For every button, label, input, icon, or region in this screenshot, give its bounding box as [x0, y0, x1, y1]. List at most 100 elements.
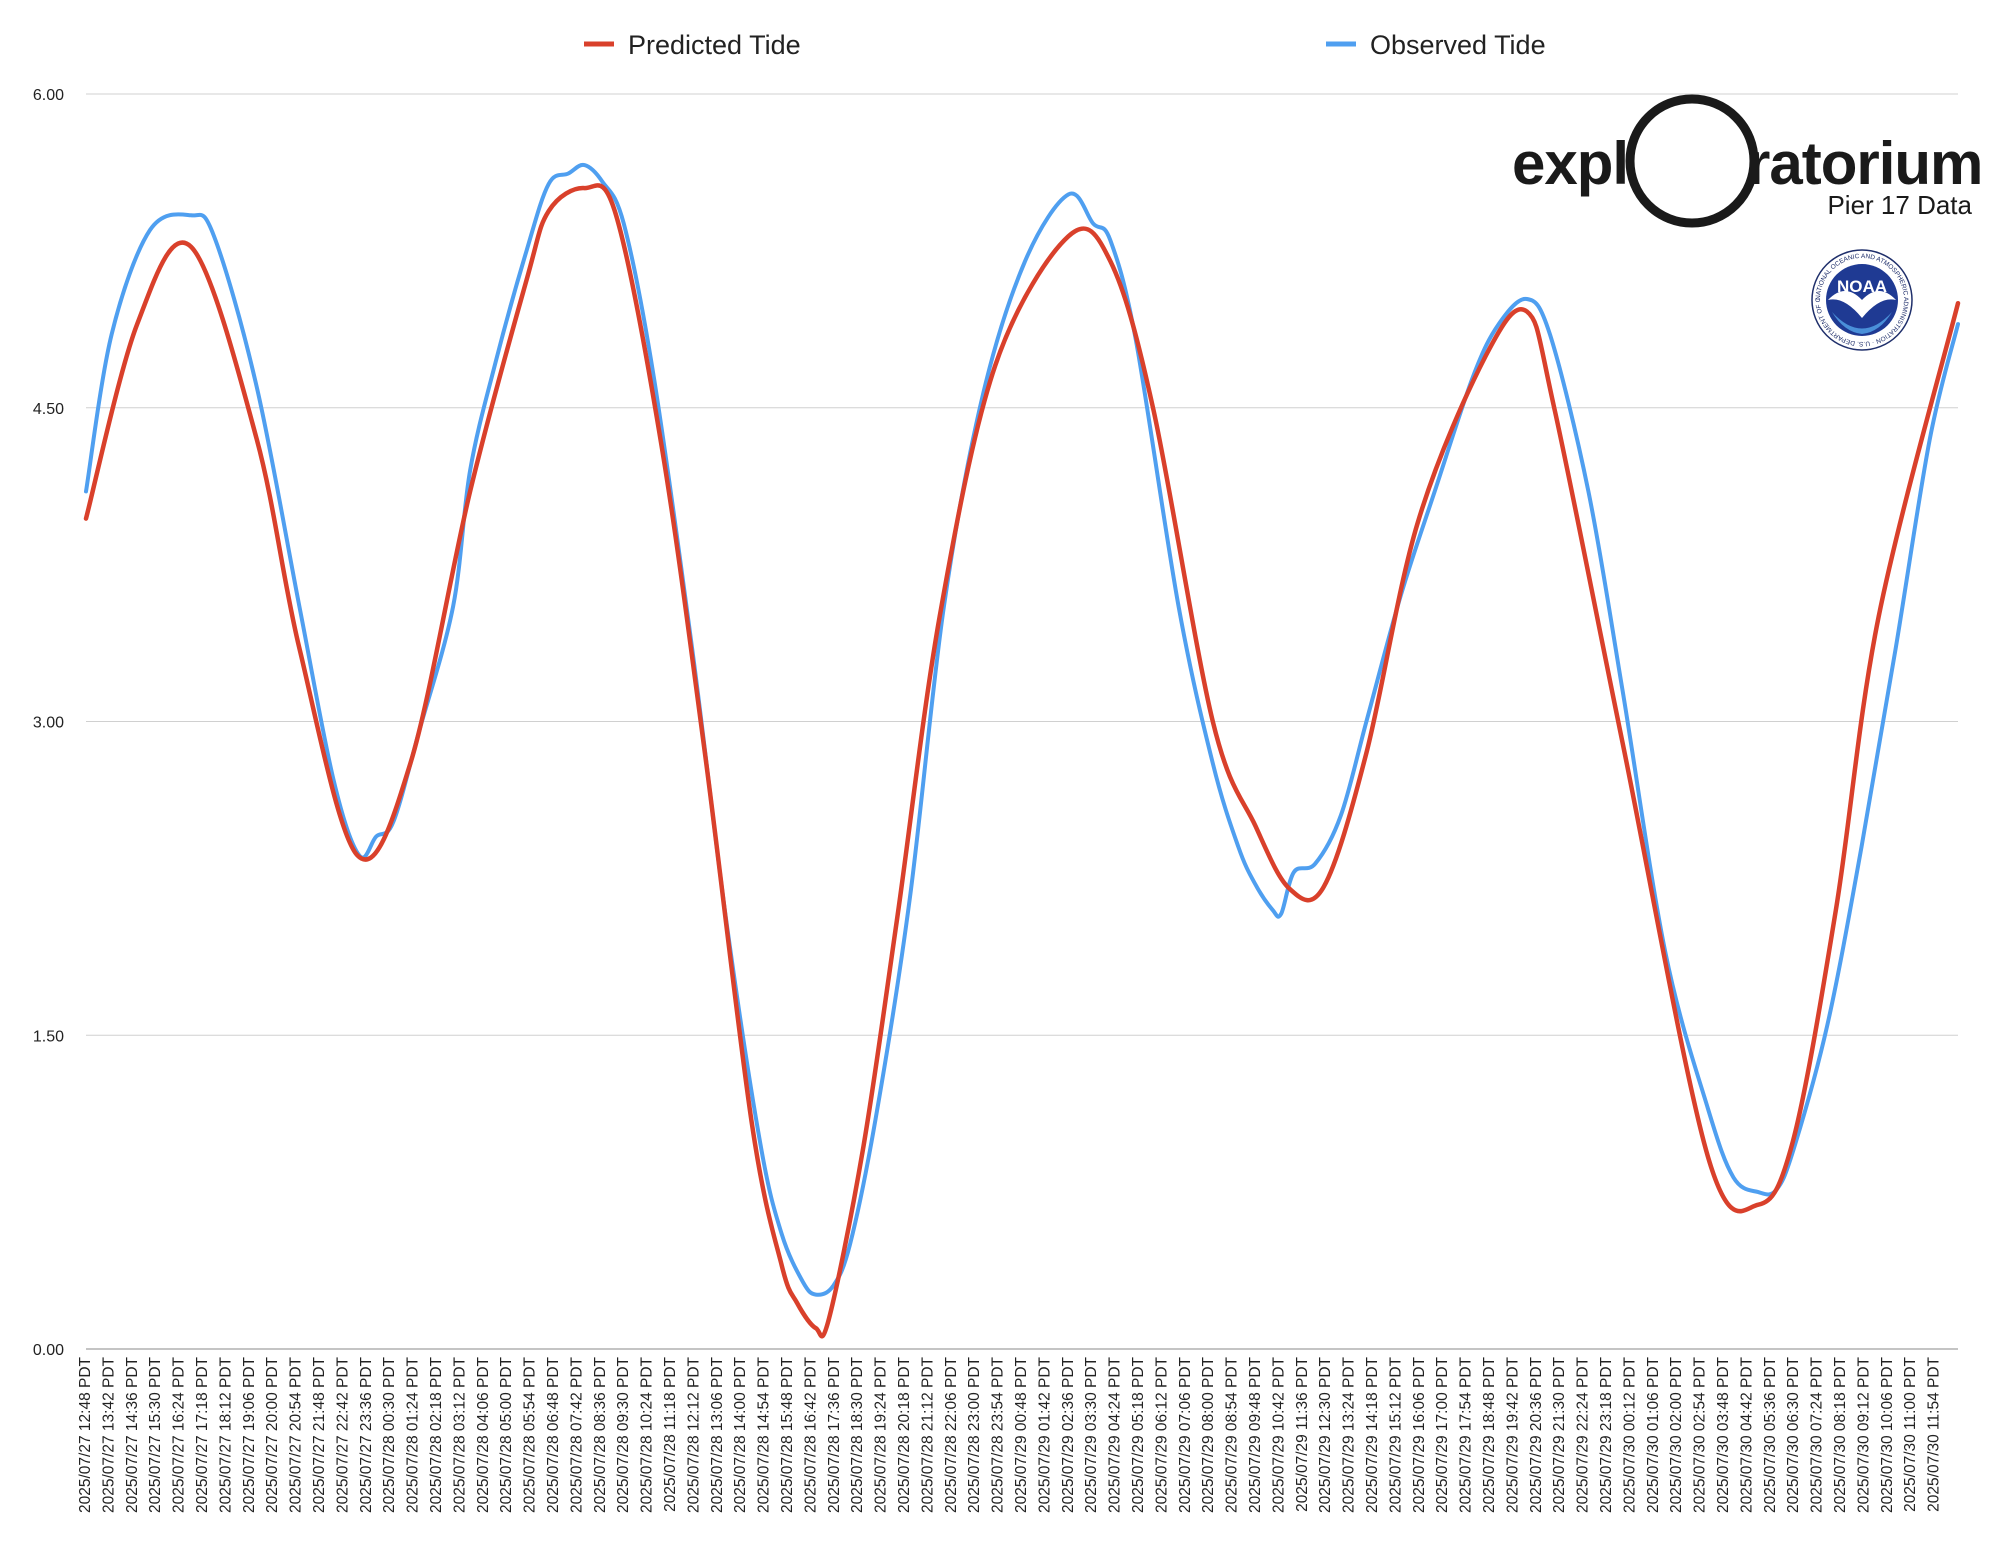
x-tick-label: 2025/07/29 22:24 PDT: [1575, 1356, 1592, 1513]
x-tick-label: 2025/07/28 16:42 PDT: [802, 1356, 819, 1513]
legend: Predicted Tide Observed Tide: [584, 30, 1546, 60]
predicted-tide-line: [83, 183, 1961, 1339]
x-tick-label: 2025/07/29 13:24 PDT: [1341, 1356, 1358, 1513]
x-tick-label: 2025/07/29 10:42 PDT: [1270, 1356, 1287, 1513]
x-tick-label: 2025/07/28 14:54 PDT: [756, 1356, 773, 1513]
exploratorium-logo: expl ratorium Pier 17 Data: [1512, 94, 1983, 228]
noaa-label: NOAA: [1837, 277, 1887, 296]
x-tick-label: 2025/07/30 10:06 PDT: [1879, 1356, 1896, 1513]
x-tick-label: 2025/07/27 15:30 PDT: [147, 1356, 164, 1513]
x-tick-label: 2025/07/29 02:36 PDT: [1060, 1356, 1077, 1513]
x-tick-label: 2025/07/29 12:30 PDT: [1317, 1356, 1334, 1513]
x-tick-label: 2025/07/28 15:48 PDT: [779, 1356, 796, 1513]
x-tick-label: 2025/07/28 22:06 PDT: [943, 1356, 960, 1513]
y-tick-label: 6.00: [33, 87, 64, 104]
logo-word-left: expl: [1512, 130, 1628, 197]
x-tick-label: 2025/07/29 14:18 PDT: [1364, 1356, 1381, 1513]
x-tick-label: 2025/07/29 09:48 PDT: [1247, 1356, 1264, 1513]
x-tick-label: 2025/07/29 06:12 PDT: [1153, 1356, 1170, 1513]
x-tick-label: 2025/07/28 14:00 PDT: [732, 1356, 749, 1513]
x-tick-label: 2025/07/30 07:24 PDT: [1809, 1356, 1826, 1513]
x-tick-label: 2025/07/27 18:12 PDT: [217, 1356, 234, 1513]
x-tick-label: 2025/07/28 03:12 PDT: [451, 1356, 468, 1513]
x-tick-label: 2025/07/29 08:54 PDT: [1224, 1356, 1241, 1513]
x-tick-label: 2025/07/28 09:30 PDT: [615, 1356, 632, 1513]
x-tick-label: 2025/07/27 23:36 PDT: [358, 1356, 375, 1513]
logo-word-right: ratorium: [1747, 130, 1982, 197]
x-tick-label: 2025/07/27 19:06 PDT: [241, 1356, 258, 1513]
x-tick-label: 2025/07/29 16:06 PDT: [1411, 1356, 1428, 1513]
x-tick-label: 2025/07/30 11:54 PDT: [1926, 1356, 1943, 1511]
y-tick-label: 1.50: [33, 1028, 64, 1045]
x-tick-label: 2025/07/29 11:36 PDT: [1294, 1356, 1311, 1511]
x-tick-label: 2025/07/30 11:00 PDT: [1902, 1356, 1919, 1511]
x-tick-label: 2025/07/27 16:24 PDT: [171, 1356, 188, 1513]
logo-circle-icon: [1625, 94, 1759, 228]
x-tick-label: 2025/07/30 00:12 PDT: [1621, 1356, 1638, 1513]
grid-lines: [86, 93, 1958, 1350]
x-tick-label: 2025/07/29 17:00 PDT: [1434, 1356, 1451, 1513]
x-tick-label: 2025/07/30 02:00 PDT: [1668, 1356, 1685, 1513]
x-tick-label: 2025/07/29 18:48 PDT: [1481, 1356, 1498, 1513]
x-tick-label: 2025/07/29 03:30 PDT: [1083, 1356, 1100, 1513]
x-tick-label: 2025/07/29 04:24 PDT: [1107, 1356, 1124, 1513]
legend-observed-label: Observed Tide: [1370, 30, 1546, 60]
observed-tide-line: [84, 162, 1960, 1297]
x-tick-label: 2025/07/30 09:12 PDT: [1855, 1356, 1872, 1513]
y-tick-label: 0.00: [33, 1342, 64, 1359]
x-tick-label: 2025/07/28 06:48 PDT: [545, 1356, 562, 1513]
x-tick-label: 2025/07/27 17:18 PDT: [194, 1356, 211, 1513]
x-tick-label: 2025/07/29 17:54 PDT: [1458, 1356, 1475, 1513]
x-tick-label: 2025/07/27 14:36 PDT: [124, 1356, 141, 1513]
x-tick-label: 2025/07/28 13:06 PDT: [709, 1356, 726, 1513]
y-axis-ticks: 0.00 1.50 3.00 4.50 6.00: [33, 87, 64, 1359]
x-tick-label: 2025/07/29 21:30 PDT: [1551, 1356, 1568, 1513]
x-tick-label: 2025/07/28 23:00 PDT: [966, 1356, 983, 1513]
x-tick-label: 2025/07/29 19:42 PDT: [1504, 1356, 1521, 1513]
y-tick-label: 3.00: [33, 715, 64, 732]
x-tick-label: 2025/07/28 00:30 PDT: [381, 1356, 398, 1513]
x-tick-label: 2025/07/28 01:24 PDT: [405, 1356, 422, 1513]
x-tick-label: 2025/07/29 05:18 PDT: [1130, 1356, 1147, 1513]
x-tick-label: 2025/07/28 04:06 PDT: [475, 1356, 492, 1513]
x-tick-label: 2025/07/29 00:48 PDT: [1013, 1356, 1030, 1513]
x-tick-label: 2025/07/27 13:42 PDT: [100, 1356, 117, 1513]
x-tick-label: 2025/07/28 19:24 PDT: [873, 1356, 890, 1513]
logo-subtitle: Pier 17 Data: [1827, 190, 1972, 220]
x-tick-label: 2025/07/29 15:12 PDT: [1387, 1356, 1404, 1513]
x-tick-label: 2025/07/27 21:48 PDT: [311, 1356, 328, 1513]
x-tick-label: 2025/07/30 03:48 PDT: [1715, 1356, 1732, 1513]
x-tick-label: 2025/07/28 11:18 PDT: [662, 1356, 679, 1511]
x-tick-label: 2025/07/28 12:12 PDT: [685, 1356, 702, 1513]
x-tick-label: 2025/07/27 20:00 PDT: [264, 1356, 281, 1513]
x-tick-label: 2025/07/29 08:00 PDT: [1200, 1356, 1217, 1513]
tide-chart: 0.00 1.50 3.00 4.50 6.00 2025/07/27 12:48 PD…: [0, 0, 1983, 1513]
legend-predicted-label: Predicted Tide: [628, 30, 801, 60]
x-tick-label: 2025/07/29 07:06 PDT: [1177, 1356, 1194, 1513]
x-tick-label: 2025/07/30 04:42 PDT: [1738, 1356, 1755, 1513]
x-tick-label: 2025/07/28 07:42 PDT: [568, 1356, 585, 1513]
x-tick-label: 2025/07/29 01:42 PDT: [1036, 1356, 1053, 1513]
x-tick-label: 2025/07/29 20:36 PDT: [1528, 1356, 1545, 1513]
x-tick-label: 2025/07/28 23:54 PDT: [990, 1356, 1007, 1513]
x-tick-label: 2025/07/28 20:18 PDT: [896, 1356, 913, 1513]
x-tick-label: 2025/07/28 08:36 PDT: [592, 1356, 609, 1513]
x-tick-label: 2025/07/28 02:18 PDT: [428, 1356, 445, 1513]
x-tick-label: 2025/07/29 23:18 PDT: [1598, 1356, 1615, 1513]
x-tick-label: 2025/07/28 05:00 PDT: [498, 1356, 515, 1513]
x-tick-label: 2025/07/28 17:36 PDT: [826, 1356, 843, 1513]
x-axis-ticks: 2025/07/27 12:48 PDT 2025/07/27 13:42 PDT…: [77, 1356, 1943, 1513]
x-tick-label: 2025/07/30 08:18 PDT: [1832, 1356, 1849, 1513]
x-tick-label: 2025/07/30 06:30 PDT: [1785, 1356, 1802, 1513]
x-tick-label: 2025/07/28 18:30 PDT: [849, 1356, 866, 1513]
series-lines: [83, 162, 1961, 1339]
x-tick-label: 2025/07/28 10:24 PDT: [639, 1356, 656, 1513]
x-tick-label: 2025/07/27 12:48 PDT: [77, 1356, 94, 1513]
x-tick-label: 2025/07/30 02:54 PDT: [1692, 1356, 1709, 1513]
y-tick-label: 4.50: [33, 401, 64, 418]
x-tick-label: 2025/07/28 05:54 PDT: [522, 1356, 539, 1513]
x-tick-label: 2025/07/27 20:54 PDT: [288, 1356, 305, 1513]
x-tick-label: 2025/07/28 21:12 PDT: [919, 1356, 936, 1513]
x-tick-label: 2025/07/30 05:36 PDT: [1762, 1356, 1779, 1513]
x-tick-label: 2025/07/27 22:42 PDT: [334, 1356, 351, 1513]
